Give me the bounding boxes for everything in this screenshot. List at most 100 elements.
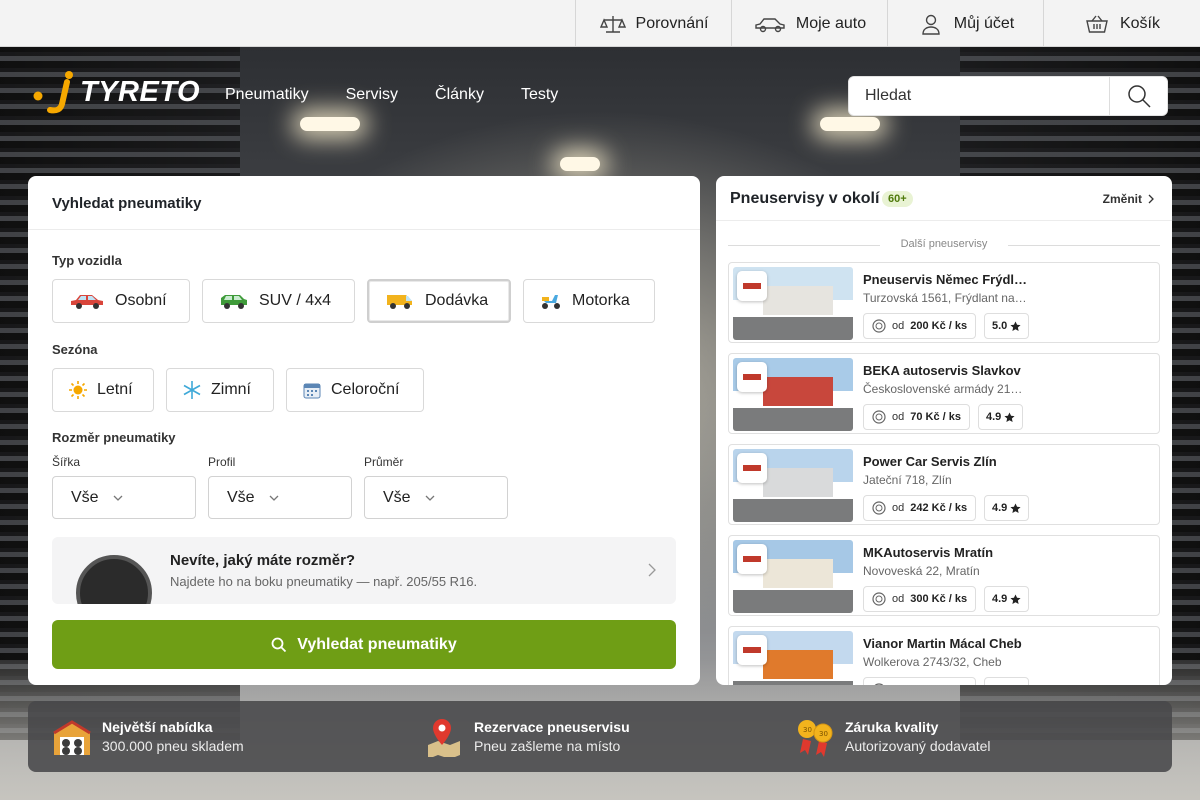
ceiling-light: [560, 157, 600, 171]
tire-icon: [874, 683, 884, 685]
price-prefix: od: [892, 411, 905, 423]
service-price: od 70 Kč / ks: [863, 404, 971, 430]
cart-label: Košík: [1119, 14, 1160, 32]
vehicle-option-motorbike[interactable]: Motorka: [523, 279, 655, 323]
car-red-icon: [71, 295, 103, 309]
service-name: Power Car Servis Zlín: [863, 454, 997, 469]
price-value: 175 Kč / ks: [910, 684, 967, 685]
season-option-winter[interactable]: Zimní: [166, 368, 274, 412]
service-card[interactable]: MKAutoservis Mratín Novoveská 22, Mratín o…: [728, 535, 1160, 616]
nearby-services-header: Pneuservisy v okolí 60+ Změnit: [716, 176, 1172, 221]
search-tires-label: Vyhledat pneumatiky: [297, 635, 457, 653]
service-logo: [737, 271, 767, 301]
tire-sidewall-image: [76, 555, 152, 604]
width-select-value: Vše: [71, 488, 99, 506]
chevron-down-icon: [425, 495, 435, 501]
vehicle-option-van[interactable]: Dodávka: [367, 279, 511, 323]
service-rating: 4.9: [978, 404, 1024, 430]
vehicle-type-label: Typ vozidla: [52, 253, 122, 268]
season-option-allseason[interactable]: Celoroční: [286, 368, 424, 412]
vehicle-option-car[interactable]: Osobní: [52, 279, 190, 323]
search-button[interactable]: [1109, 77, 1167, 115]
tire-icon: [872, 501, 886, 515]
van-yellow-icon: [387, 295, 412, 309]
my-car-link[interactable]: Moje auto: [731, 0, 888, 47]
benefit-item: Rezervace pneuservisu Pneu zašleme na mí…: [424, 717, 630, 757]
service-photo: [733, 358, 853, 431]
nearby-services-card: Pneuservisy v okolí 60+ Změnit Další pne…: [716, 176, 1172, 685]
service-price: od 200 Kč / ks: [863, 313, 977, 339]
top-bar: Porovnání Moje auto Můj účet Košík: [0, 0, 1200, 47]
main-nav: Pneumatiky Servisy Články Testy: [225, 86, 595, 104]
vehicle-option-suv[interactable]: SUV / 4x4: [202, 279, 355, 323]
service-address: Jateční 718, Zlín: [863, 473, 952, 487]
service-name: Pneuservis Němec Frýdl…: [863, 272, 1028, 287]
tire-icon: [872, 410, 886, 424]
nav-services[interactable]: Servisy: [346, 86, 398, 104]
service-logo: [737, 362, 767, 392]
nav-tests[interactable]: Testy: [521, 86, 558, 104]
service-rating: 4.9: [984, 495, 1030, 521]
logo-text: TYRETO: [80, 75, 201, 108]
scooter-icon: [542, 295, 560, 309]
account-link[interactable]: Můj účet: [887, 0, 1044, 47]
basket-icon: [1086, 15, 1108, 33]
tire-icon: [872, 592, 886, 606]
car-icon: [755, 17, 785, 32]
season-option-summer[interactable]: Letní: [52, 368, 154, 412]
change-location-label: Změnit: [1102, 192, 1142, 206]
compare-link[interactable]: Porovnání: [575, 0, 732, 47]
service-logo: [737, 635, 767, 665]
vehicle-option-label: Motorka: [572, 292, 630, 309]
vehicle-option-label: Osobní: [115, 292, 167, 309]
nav-articles[interactable]: Články: [435, 86, 484, 104]
season-label: Sezóna: [52, 342, 98, 357]
site-logo[interactable]: TYRETO: [32, 70, 200, 114]
benefit-text: 300.000 pneu skladem: [102, 738, 244, 754]
change-location-link[interactable]: Změnit: [1103, 192, 1154, 206]
rating-value: 4.9: [986, 411, 1002, 423]
tire-size-label: Rozměr pneumatiky: [52, 430, 176, 445]
search-input[interactable]: [849, 77, 1109, 115]
profile-select[interactable]: Vše: [208, 476, 352, 519]
rating-value: 4.9: [992, 593, 1008, 605]
tire-search-title: Vyhledat pneumatiky: [28, 176, 700, 230]
service-card[interactable]: BEKA autoservis Slavkov Československé ar…: [728, 353, 1160, 434]
diameter-select-value: Vše: [383, 488, 411, 506]
service-name: Vianor Martin Mácal Cheb: [863, 636, 1022, 651]
ceiling-light: [300, 117, 360, 131]
service-card[interactable]: Vianor Martin Mácal Cheb Wolkerova 2743/3…: [728, 626, 1160, 685]
benefit-title: Rezervace pneuservisu: [474, 719, 630, 735]
nav-tires[interactable]: Pneumatiky: [225, 86, 309, 104]
user-icon: [922, 14, 940, 35]
my-car-label: Moje auto: [795, 14, 867, 32]
cart-link[interactable]: Košík: [1043, 0, 1200, 47]
benefit-text: Pneu zašleme na místo: [474, 738, 621, 754]
price-prefix: od: [892, 593, 905, 605]
width-select[interactable]: Vše: [52, 476, 196, 519]
search-tires-button[interactable]: Vyhledat pneumatiky: [52, 620, 676, 669]
price-prefix: od: [892, 320, 905, 332]
service-logo: [737, 544, 767, 574]
season-option-label: Celoroční: [331, 381, 400, 398]
account-label: Můj účet: [953, 14, 1015, 32]
suv-green-icon: [221, 295, 247, 309]
tire-icon: [872, 319, 886, 333]
service-price: od 175 Kč / ks: [863, 677, 977, 685]
price-value: 200 Kč / ks: [910, 320, 968, 332]
star-icon: [1010, 502, 1021, 513]
star-icon: [1010, 320, 1021, 331]
diameter-select[interactable]: Vše: [364, 476, 508, 519]
chevron-down-icon: [113, 495, 123, 501]
benefit-title: Záruka kvality: [845, 719, 939, 735]
chevron-down-icon: [269, 495, 279, 501]
service-price: od 242 Kč / ks: [863, 495, 977, 521]
service-card[interactable]: Pneuservis Němec Frýdl… Turzovská 1561, F…: [728, 262, 1160, 343]
chevron-right-icon: [1148, 194, 1154, 204]
service-photo: [733, 631, 853, 685]
service-card[interactable]: Power Car Servis Zlín Jateční 718, Zlín od…: [728, 444, 1160, 525]
benefit-item: 30 30 Záruka kvality Autorizovaný dodavat…: [795, 717, 991, 757]
season-option-label: Zimní: [211, 381, 251, 398]
size-help-box[interactable]: Nevíte, jaký máte rozměr? Najdete ho na …: [52, 537, 676, 604]
size-help-text: Najdete ho na boku pneumatiky — např. 20…: [170, 574, 478, 589]
